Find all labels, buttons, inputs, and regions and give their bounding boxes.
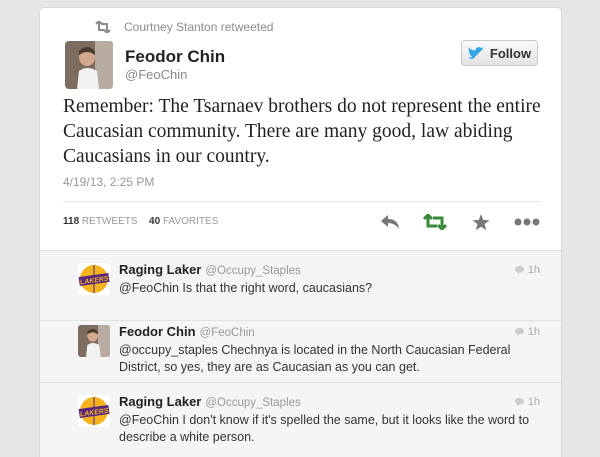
author-handle[interactable]: @FeoChin bbox=[125, 67, 187, 82]
reply-avatar[interactable] bbox=[78, 325, 110, 357]
more-button[interactable] bbox=[514, 212, 540, 232]
favorite-button[interactable] bbox=[469, 212, 493, 232]
reply-bubble-icon bbox=[514, 266, 524, 274]
reply-author-handle[interactable]: @Occupy_Staples bbox=[205, 397, 300, 409]
divider bbox=[63, 201, 541, 202]
reply-author-handle[interactable]: @FeoChin bbox=[200, 327, 255, 339]
tweet-card: Courtney Stanton retweeted Feodor Chin @… bbox=[39, 7, 562, 457]
reply-button[interactable] bbox=[378, 212, 402, 232]
retweet-count-label[interactable]: RETWEETS bbox=[82, 216, 138, 227]
favorite-count-label[interactable]: FAVORITES bbox=[163, 216, 218, 227]
follow-label: Follow bbox=[489, 45, 532, 61]
reply-text: @FeoChin Is that the right word, caucasi… bbox=[119, 281, 373, 295]
replies-section: LAKERS Raging Laker @Occupy_Staples 1h @F… bbox=[40, 250, 561, 457]
reply-time: 1h bbox=[514, 396, 540, 408]
tweet-text: Remember: The Tsarnaev brothers do not r… bbox=[63, 96, 541, 167]
retweet-action-icon bbox=[423, 214, 447, 230]
reply-author[interactable]: Raging Laker @Occupy_Staples bbox=[119, 262, 301, 277]
reply-time-text[interactable]: 1h bbox=[528, 396, 540, 408]
retweet-button[interactable] bbox=[423, 212, 447, 232]
reply-text: @occupy_staples Chechnya is located in t… bbox=[119, 343, 511, 374]
follow-button[interactable]: Follow bbox=[461, 40, 538, 66]
author-avatar[interactable] bbox=[65, 41, 113, 89]
tweet-timestamp[interactable]: 4/19/13, 2:25 PM bbox=[63, 175, 154, 189]
reply-author-handle[interactable]: @Occupy_Staples bbox=[205, 265, 300, 277]
reply-time: 1h bbox=[514, 326, 540, 338]
retweet-count[interactable]: 118 bbox=[63, 216, 79, 227]
reply-icon bbox=[381, 215, 399, 229]
reply-text: @FeoChin I don't know if it's spelled th… bbox=[119, 413, 530, 444]
reply-author[interactable]: Raging Laker @Occupy_Staples bbox=[119, 394, 301, 409]
reply-item[interactable]: LAKERS Raging Laker @Occupy_Staples 1h @F… bbox=[40, 251, 561, 321]
retweet-context-text[interactable]: Courtney Stanton retweeted bbox=[124, 20, 273, 34]
reply-time-text[interactable]: 1h bbox=[528, 264, 540, 276]
author-name[interactable]: Feodor Chin bbox=[125, 47, 225, 67]
reply-time-text[interactable]: 1h bbox=[528, 326, 540, 338]
reply-item[interactable]: Feodor Chin @FeoChin 1h @occupy_staples C… bbox=[40, 313, 561, 383]
reply-time: 1h bbox=[514, 264, 540, 276]
reply-author-name[interactable]: Raging Laker bbox=[119, 394, 201, 409]
retweet-context: Courtney Stanton retweeted bbox=[94, 20, 273, 34]
twitter-bird-icon bbox=[467, 47, 484, 59]
reply-author-name[interactable]: Feodor Chin bbox=[119, 324, 196, 339]
lakers-avatar[interactable]: LAKERS bbox=[78, 395, 110, 427]
more-icon bbox=[514, 218, 540, 226]
reply-item[interactable]: LAKERS Raging Laker @Occupy_Staples 1h @F… bbox=[40, 383, 561, 457]
lakers-avatar[interactable]: LAKERS bbox=[78, 263, 110, 295]
retweet-icon bbox=[95, 21, 111, 33]
favorite-star-icon bbox=[472, 213, 490, 230]
favorite-count[interactable]: 40 bbox=[149, 216, 160, 227]
reply-author[interactable]: Feodor Chin @FeoChin bbox=[119, 324, 255, 339]
reply-author-name[interactable]: Raging Laker bbox=[119, 262, 201, 277]
reply-bubble-icon bbox=[514, 328, 524, 336]
reply-bubble-icon bbox=[514, 398, 524, 406]
tweet-stats: 118 RETWEETS 40 FAVORITES bbox=[63, 216, 218, 227]
